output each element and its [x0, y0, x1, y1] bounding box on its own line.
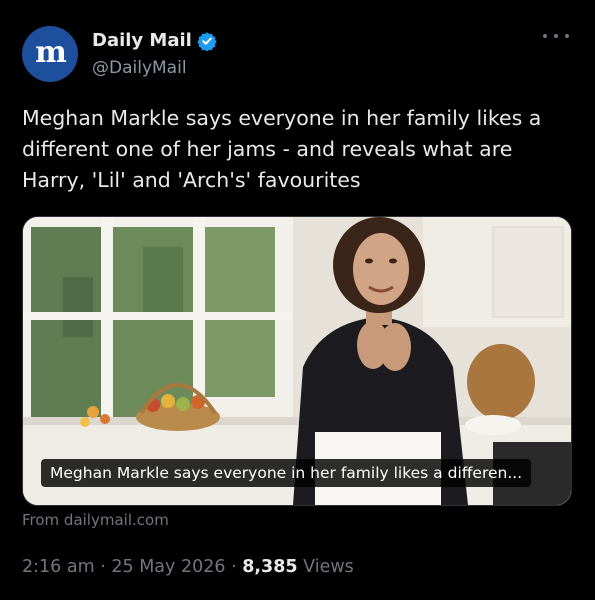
verified-badge-icon [197, 31, 217, 51]
tweet-text: Meghan Markle says everyone in her famil… [22, 106, 542, 192]
media-caption: Meghan Markle says everyone in her famil… [41, 459, 532, 487]
avatar[interactable]: m [22, 26, 78, 82]
views-count[interactable]: 8,385 [242, 557, 297, 577]
author-name-row[interactable]: Daily Mail [92, 30, 217, 51]
tweet-meta: 2:16 am · 25 May 2026 · 8,385 Views [22, 557, 354, 577]
views-label[interactable]: Views [303, 557, 354, 577]
link-source[interactable]: From dailymail.com [22, 511, 169, 529]
more-options-icon[interactable] [543, 26, 569, 46]
meta-separator: · [231, 557, 237, 577]
tweet-time[interactable]: 2:16 am [22, 557, 95, 577]
link-card-media[interactable]: Meghan Markle says everyone in her famil… [22, 216, 572, 506]
avatar-logo: m [35, 34, 67, 70]
tweet-date[interactable]: 25 May 2026 [111, 557, 225, 577]
meta-separator: · [100, 557, 106, 577]
author-display-name[interactable]: Daily Mail [92, 30, 192, 51]
author-handle[interactable]: @DailyMail [92, 58, 187, 78]
